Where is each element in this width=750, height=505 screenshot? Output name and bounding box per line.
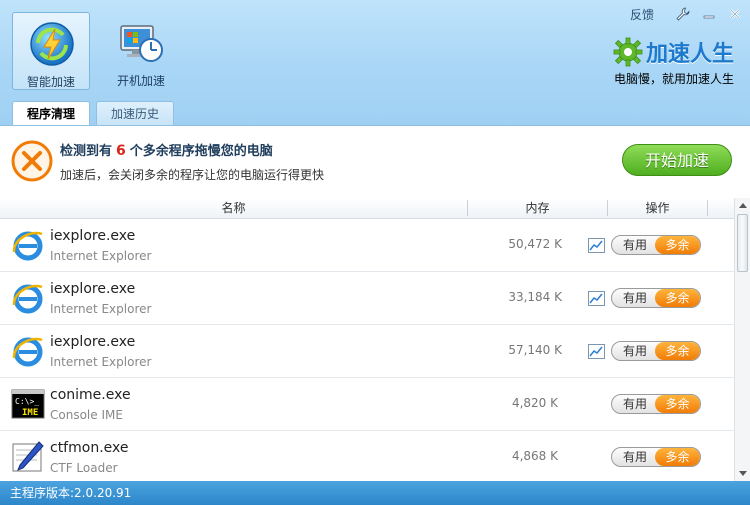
- toggle-extra[interactable]: 多余: [655, 342, 700, 360]
- column-memory[interactable]: 内存: [468, 198, 607, 218]
- useful-extra-toggle[interactable]: 有用 多余: [611, 288, 701, 308]
- close-icon[interactable]: [726, 5, 744, 23]
- tab-bar: 程序清理 加速历史: [12, 101, 180, 126]
- nav-label: 智能加速: [26, 75, 75, 89]
- scrollbar-thumb[interactable]: [737, 214, 748, 272]
- process-name: iexplore.exe: [50, 228, 136, 244]
- alert-subtext: 加速后，会关闭多余的程序让您的电脑运行得更快: [60, 168, 325, 182]
- process-desc: CTF Loader: [50, 461, 118, 475]
- alert-headline-suffix: 个多余程序拖慢您的电脑: [129, 144, 273, 159]
- process-memory: 4,868 K: [511, 449, 558, 463]
- ctf-pen-icon: [12, 441, 44, 472]
- useful-extra-toggle[interactable]: 有用 多余: [611, 235, 701, 255]
- useful-extra-toggle[interactable]: 有用 多余: [611, 341, 701, 361]
- brand-name: 加速人生: [645, 42, 734, 67]
- toggle-extra[interactable]: 多余: [655, 395, 700, 413]
- ie-icon: [12, 231, 43, 261]
- warning-x-icon: [11, 140, 53, 182]
- toggle-useful[interactable]: 有用: [612, 448, 658, 466]
- process-memory: 57,140 K: [508, 343, 562, 357]
- column-action[interactable]: 操作: [608, 198, 707, 218]
- useful-extra-toggle[interactable]: 有用 多余: [611, 447, 701, 467]
- column-divider: [707, 200, 708, 216]
- process-desc: Internet Explorer: [50, 355, 152, 369]
- table-row[interactable]: iexplore.exe Internet Explorer 33,184 K …: [0, 272, 734, 325]
- start-accelerate-button[interactable]: 开始加速: [622, 144, 732, 176]
- tab-program-cleanup[interactable]: 程序清理: [12, 101, 91, 126]
- list-header: 名称 内存 操作: [0, 198, 734, 219]
- vertical-scrollbar[interactable]: [734, 198, 750, 481]
- nav-smart-accelerate[interactable]: 智能加速: [12, 12, 90, 90]
- memory-chart-icon[interactable]: [588, 344, 605, 359]
- console-ime-icon: C:\>_ IME: [11, 389, 45, 419]
- toggle-extra[interactable]: 多余: [655, 448, 700, 466]
- scroll-up-icon[interactable]: [735, 198, 750, 213]
- version-text: 主程序版本:2.0.20.91: [10, 486, 132, 500]
- toggle-useful[interactable]: 有用: [612, 236, 658, 254]
- alert-headline-prefix: 检测到有: [60, 144, 113, 159]
- process-memory: 4,820 K: [511, 396, 558, 410]
- ie-icon: [12, 284, 43, 314]
- alert-headline: 检测到有 6 个多余程序拖慢您的电脑: [60, 140, 273, 159]
- toggle-extra[interactable]: 多余: [655, 236, 700, 254]
- nav-boot-accelerate[interactable]: 开机加速: [102, 12, 180, 90]
- app-window: 智能加速 开机加速 反馈 加速人生 电脑慢，就用加速人生 程序清理 加速历史 检…: [0, 0, 750, 505]
- process-memory: 50,472 K: [508, 237, 562, 251]
- svg-text:C:\>_: C:\>_: [15, 397, 39, 406]
- memory-chart-icon[interactable]: [588, 291, 605, 306]
- nav-label: 开机加速: [116, 74, 165, 88]
- header: 智能加速 开机加速 反馈 加速人生 电脑慢，就用加速人生 程序清理 加速历史: [0, 0, 750, 126]
- process-name: iexplore.exe: [50, 281, 136, 297]
- toggle-extra[interactable]: 多余: [655, 289, 700, 307]
- process-name: iexplore.exe: [50, 334, 136, 350]
- table-row[interactable]: iexplore.exe Internet Explorer 50,472 K …: [0, 219, 734, 272]
- gear-logo-icon: [613, 37, 643, 67]
- minimize-icon[interactable]: [700, 5, 718, 23]
- wrench-icon[interactable]: [674, 5, 692, 23]
- table-row[interactable]: iexplore.exe Internet Explorer 57,140 K …: [0, 325, 734, 378]
- feedback-link[interactable]: 反馈: [630, 6, 654, 23]
- svg-text:IME: IME: [22, 408, 38, 418]
- table-row[interactable]: C:\>_ IME conime.exe Console IME 4,820 K…: [0, 378, 734, 431]
- process-list: iexplore.exe Internet Explorer 50,472 K …: [0, 219, 734, 481]
- process-desc: Console IME: [50, 408, 123, 422]
- toggle-useful[interactable]: 有用: [612, 395, 658, 413]
- alert-banner: 检测到有 6 个多余程序拖慢您的电脑 加速后，会关闭多余的程序让您的电脑运行得更快 …: [0, 125, 750, 196]
- extra-program-count: 6: [116, 143, 126, 159]
- toggle-useful[interactable]: 有用: [612, 342, 658, 360]
- table-row[interactable]: ctfmon.exe CTF Loader 4,868 K 有用 多余: [0, 431, 734, 481]
- process-desc: Internet Explorer: [50, 249, 152, 263]
- tab-accelerate-history[interactable]: 加速历史: [96, 101, 175, 125]
- monitor-clock-icon: [120, 25, 163, 62]
- memory-chart-icon[interactable]: [588, 238, 605, 253]
- brand-slogan: 电脑慢，就用加速人生: [613, 72, 734, 86]
- scroll-down-icon[interactable]: [735, 466, 750, 481]
- lightning-speed-icon: [30, 22, 74, 66]
- process-desc: Internet Explorer: [50, 302, 152, 316]
- column-name[interactable]: 名称: [0, 198, 467, 218]
- process-name: conime.exe: [50, 387, 131, 403]
- toggle-useful[interactable]: 有用: [612, 289, 658, 307]
- brand: 加速人生 电脑慢，就用加速人生: [604, 36, 734, 87]
- window-controls: 反馈: [630, 4, 744, 24]
- status-bar: 主程序版本:2.0.20.91: [0, 481, 750, 505]
- useful-extra-toggle[interactable]: 有用 多余: [611, 394, 701, 414]
- process-memory: 33,184 K: [508, 290, 562, 304]
- process-name: ctfmon.exe: [50, 440, 129, 456]
- ie-icon: [12, 337, 43, 367]
